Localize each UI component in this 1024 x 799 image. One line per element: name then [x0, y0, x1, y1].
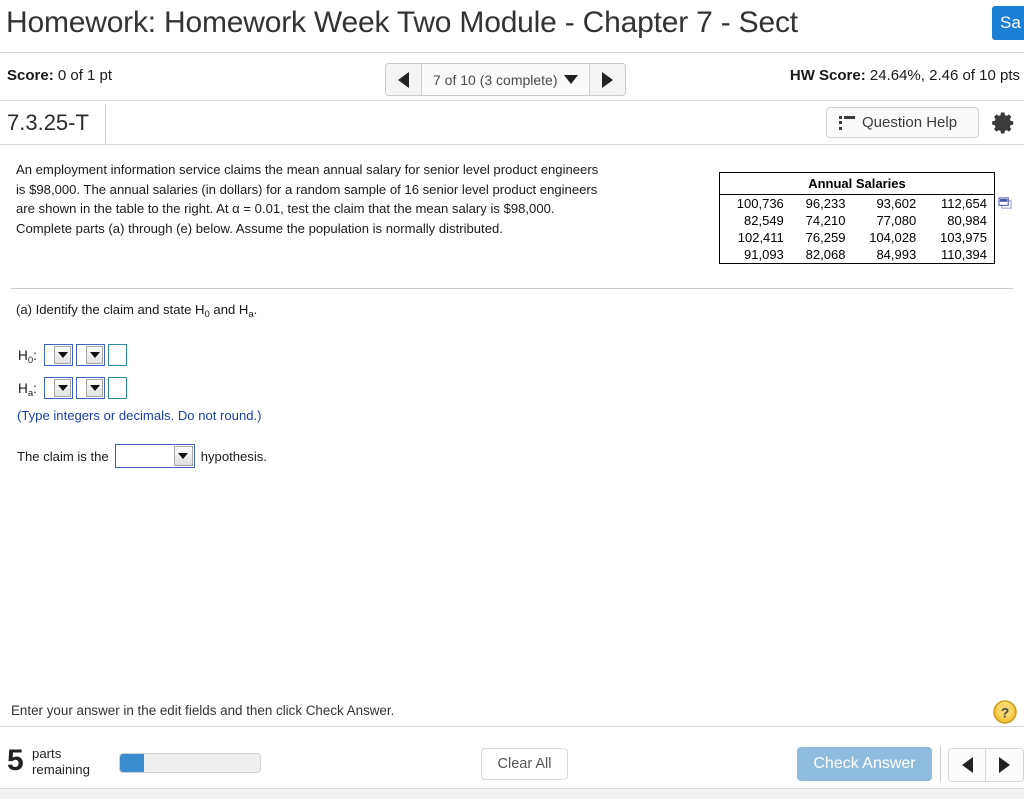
question-selector-label: 7 of 10 (3 complete): [433, 71, 558, 88]
table-cell: 102,411: [737, 230, 784, 245]
question-selector[interactable]: 7 of 10 (3 complete): [422, 64, 589, 95]
h0-parameter-dropdown[interactable]: [44, 344, 73, 366]
question-score-label: Score:: [7, 67, 54, 84]
table-cell: 104,028: [869, 230, 917, 245]
table-cell: 93,602: [876, 196, 917, 211]
table-cell: 96,233: [805, 196, 846, 211]
table-cell: 91,093: [744, 247, 784, 262]
settings-button[interactable]: [991, 110, 1017, 136]
problem-line: are shown in the table to the right. At …: [16, 201, 555, 216]
progress-bar: [119, 753, 261, 773]
question-score: Score: 0 of 1 pt: [7, 67, 112, 84]
claim-suffix-label: hypothesis.: [200, 448, 267, 464]
table-cell: 84,993: [876, 247, 917, 262]
h0-operator-dropdown[interactable]: [76, 344, 105, 366]
svg-text:?: ?: [1001, 705, 1010, 721]
next-question-button[interactable]: [588, 64, 625, 95]
popout-window-icon[interactable]: [998, 197, 1013, 210]
triangle-right-icon: [999, 757, 1010, 773]
dropdown-arrow-icon: [54, 346, 71, 364]
table-row: 100,736 96,233 93,602 112,654: [720, 195, 994, 212]
table-cell: 82,068: [805, 247, 846, 262]
divider: [940, 746, 941, 782]
section-divider: [11, 288, 1013, 289]
bottom-prev-button[interactable]: [949, 749, 986, 781]
question-id: 7.3.25-T: [7, 110, 89, 135]
table-row: 102,411 76,259 104,028 103,975: [720, 229, 994, 246]
hw-score-value: 24.64%, 2.46 of 10 pts: [865, 67, 1020, 84]
parts-remaining-count: 5: [7, 744, 24, 777]
table-row: 91,093 82,068 84,993 110,394: [720, 246, 994, 263]
triangle-right-icon: [601, 71, 613, 88]
mathxl-homework-page: Homework: Homework Week Two Module - Cha…: [0, 0, 1024, 799]
ha-operator-dropdown[interactable]: [76, 377, 105, 399]
question-help-label: Question Help: [862, 114, 958, 131]
part-a-prompt: (a) Identify the claim and state H0 and …: [16, 302, 258, 320]
table-row: 82,549 74,210 77,080 80,984: [720, 212, 994, 229]
instruction-text: Enter your answer in the edit fields and…: [11, 703, 395, 718]
prev-question-button[interactable]: [386, 64, 422, 95]
part-a-prompt-mid: and H: [209, 302, 249, 317]
problem-line: An employment information service claims…: [16, 162, 599, 177]
check-answer-button[interactable]: Check Answer: [797, 747, 932, 781]
title-bar: Homework: Homework Week Two Module - Cha…: [0, 0, 1024, 53]
dropdown-arrow-icon: [86, 379, 103, 397]
table-cell: 74,210: [805, 213, 846, 228]
hw-score-label: HW Score:: [789, 67, 866, 84]
ha-label: Ha:: [18, 380, 37, 399]
ha-subscript: a: [248, 309, 254, 320]
footer-hint-bar: Enter your answer in the edit fields and…: [0, 698, 1024, 727]
chevron-down-icon: [563, 75, 578, 84]
ha-answer-row: Ha:: [18, 377, 127, 399]
part-a-prompt-post: .: [253, 302, 258, 317]
parts-remaining-line2: remaining: [32, 761, 90, 777]
list-icon: [839, 115, 855, 130]
bottom-next-button[interactable]: [986, 749, 1023, 781]
parts-remaining-line1: parts: [32, 746, 62, 761]
save-button[interactable]: Sa: [992, 6, 1024, 40]
divider: [105, 105, 106, 143]
table-cell: 82,549: [744, 213, 784, 228]
part-a-prompt-pre: (a) Identify the claim and state H: [16, 302, 205, 317]
h0-subscript: 0: [204, 309, 210, 320]
hw-score: HW Score: 24.64%, 2.46 of 10 pts: [790, 67, 1020, 84]
page-title: Homework: Homework Week Two Module - Cha…: [6, 6, 798, 39]
progress-bar-fill: [120, 754, 144, 772]
gear-icon: [992, 112, 1014, 134]
toolbar-base: [0, 788, 1024, 799]
table-cell: 103,975: [940, 230, 987, 245]
triangle-left-icon: [398, 71, 409, 88]
table-cell: 112,654: [940, 196, 987, 211]
table-cell: 77,080: [876, 213, 917, 228]
claim-hypothesis-dropdown[interactable]: [114, 444, 195, 468]
claim-prefix-label: The claim is the: [17, 448, 109, 464]
question-help-button[interactable]: Question Help: [826, 107, 979, 138]
problem-line: is $98,000. The annual salaries (in doll…: [16, 181, 598, 197]
dropdown-arrow-icon: [173, 446, 193, 466]
question-navigator[interactable]: 7 of 10 (3 complete): [385, 63, 626, 96]
clear-all-button[interactable]: Clear All: [481, 748, 568, 780]
question-score-value: 0 of 1 pt: [53, 67, 113, 84]
h0-value-input[interactable]: [108, 344, 127, 366]
h0-answer-row: H0:: [18, 344, 127, 366]
annual-salaries-table: Annual Salaries 100,736 96,233 93,602 11…: [719, 172, 995, 264]
problem-line: Complete parts (a) through (e) below. As…: [16, 220, 503, 236]
parts-remaining-label: parts remaining: [32, 746, 90, 777]
input-format-note: (Type integers or decimals. Do not round…: [17, 408, 262, 423]
table-cell: 76,259: [805, 230, 846, 245]
ha-parameter-dropdown[interactable]: [44, 377, 73, 399]
table-title: Annual Salaries: [720, 173, 994, 195]
ha-value-input[interactable]: [108, 377, 127, 399]
dropdown-arrow-icon: [86, 346, 103, 364]
help-bubble-button[interactable]: ?: [992, 699, 1018, 725]
h0-label: H0:: [18, 347, 37, 366]
claim-type-row: The claim is the hypothesis.: [17, 444, 267, 468]
triangle-left-icon: [961, 757, 973, 773]
table-cell: 110,394: [940, 247, 987, 262]
problem-statement: An employment information service claims…: [16, 160, 688, 238]
table-cell: 100,736: [736, 196, 784, 211]
table-cell: 80,984: [947, 213, 987, 228]
dropdown-arrow-icon: [54, 379, 71, 397]
bottom-navigation[interactable]: [948, 748, 1024, 782]
